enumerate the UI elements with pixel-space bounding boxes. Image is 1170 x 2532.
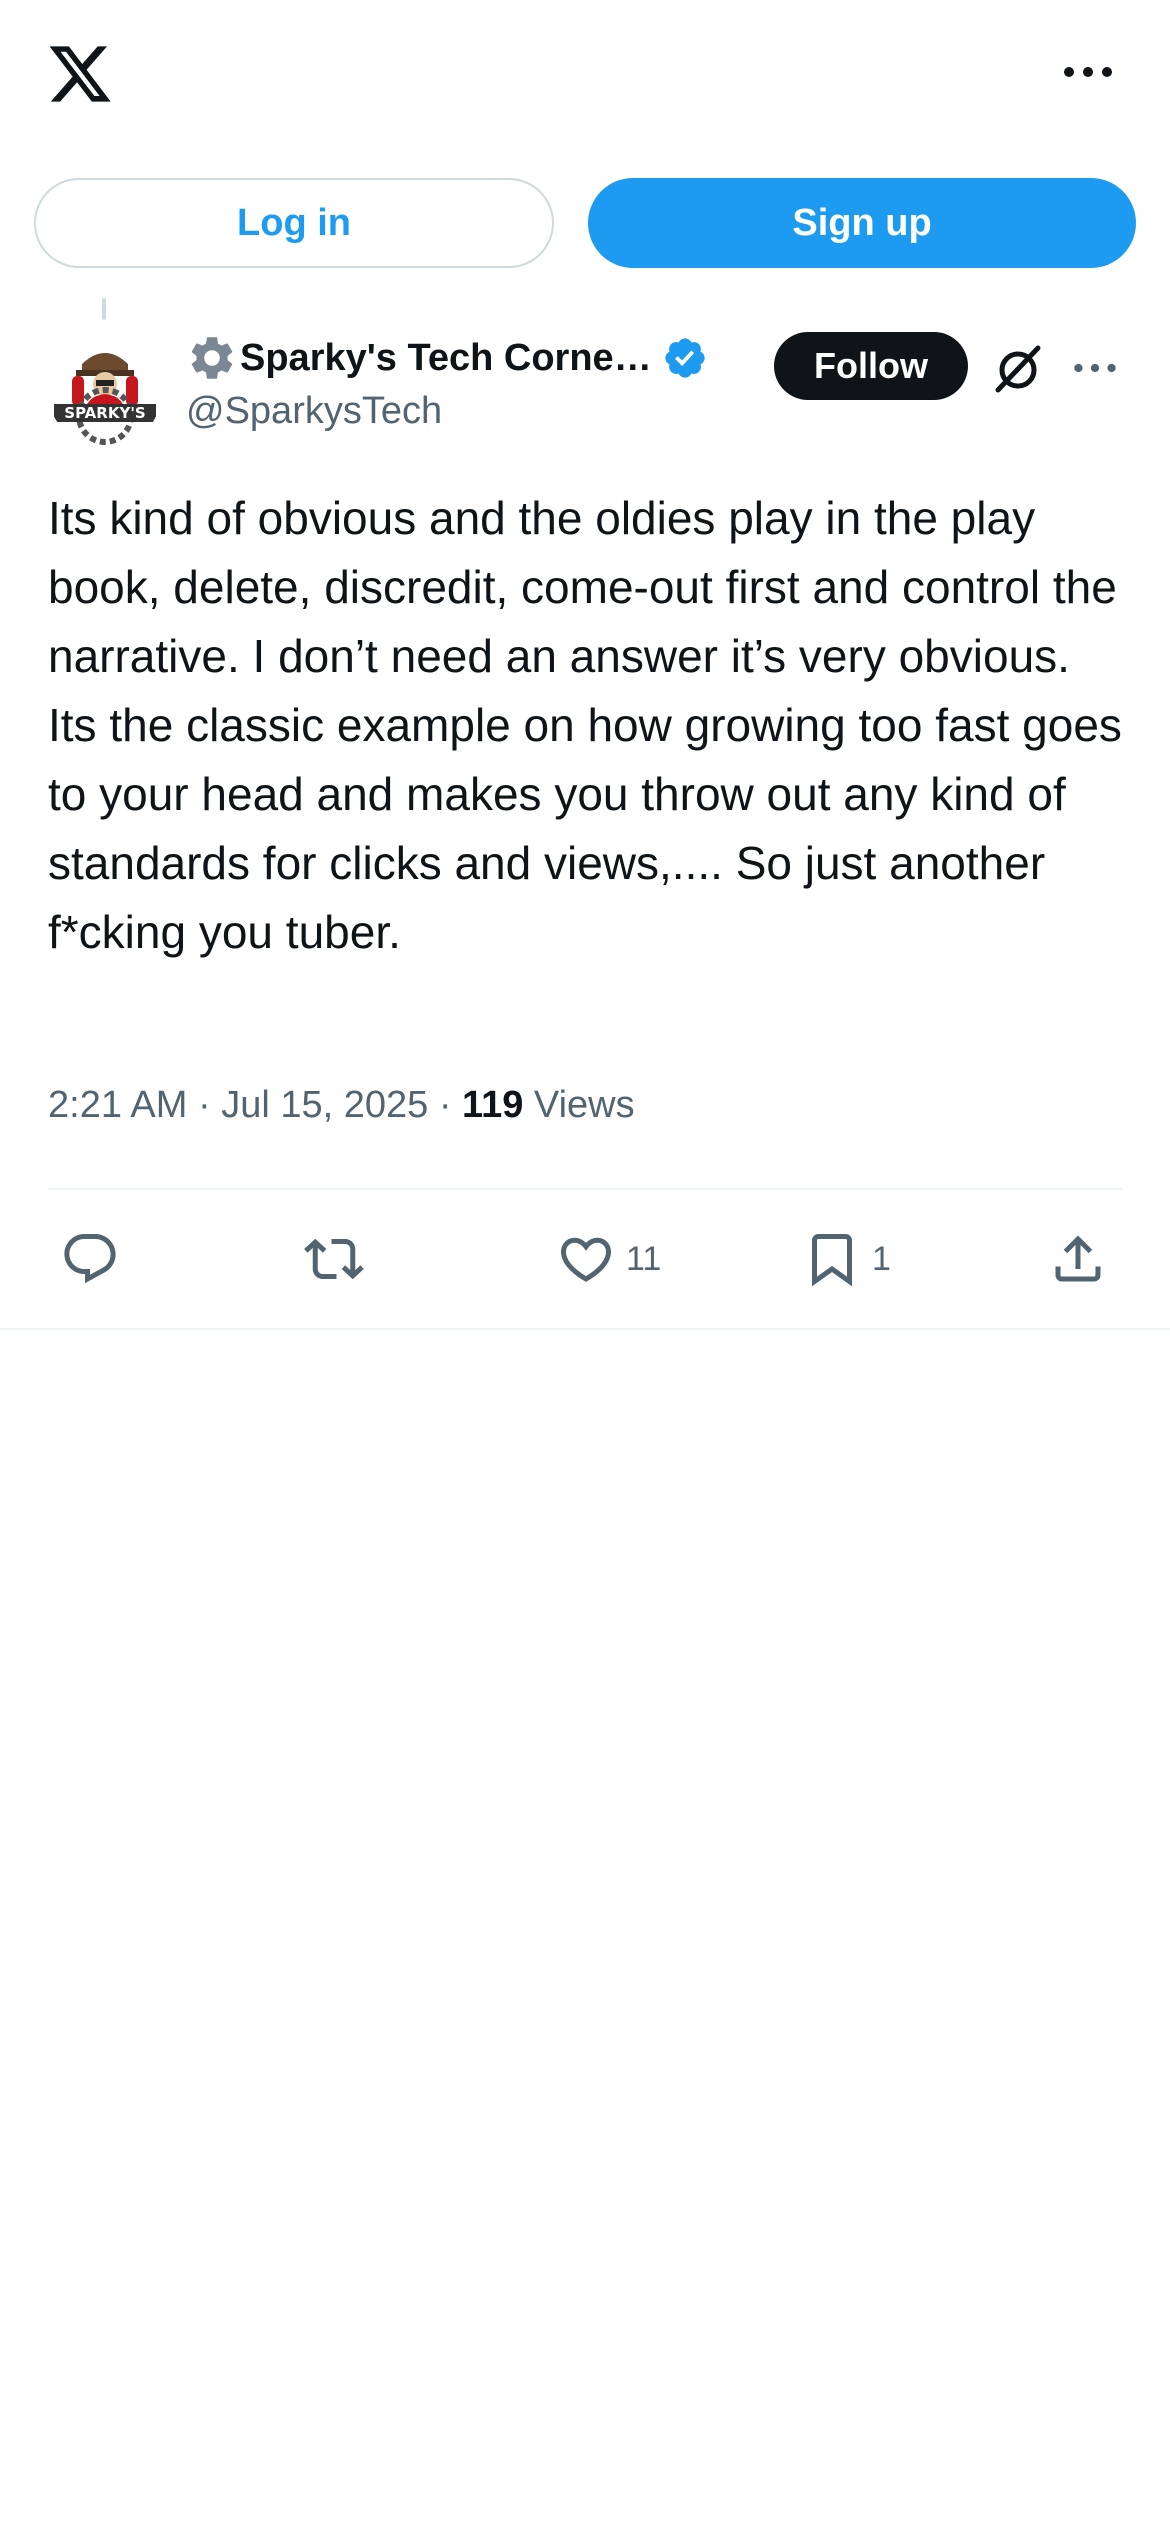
repost-button[interactable] <box>304 1224 374 1294</box>
views-count: 119 <box>462 1084 524 1126</box>
reply-icon <box>64 1234 116 1284</box>
gear-emoji-icon <box>191 337 233 379</box>
post-meta: 2:21 AM · Jul 15, 2025 · 119 Views <box>48 1084 635 1127</box>
thread-connector <box>102 298 106 320</box>
like-button[interactable]: 11 <box>556 1224 661 1294</box>
divider <box>48 1188 1122 1190</box>
more-horizontal-icon <box>1074 363 1116 373</box>
bookmark-count: 1 <box>872 1239 891 1278</box>
x-logo-icon[interactable] <box>46 40 114 108</box>
verified-badge-icon <box>665 338 705 378</box>
more-options-button[interactable] <box>1060 52 1116 92</box>
action-bar: 11 1 <box>0 1224 1170 1296</box>
bookmark-icon <box>812 1234 852 1287</box>
grok-icon[interactable] <box>990 340 1046 396</box>
follow-button[interactable]: Follow <box>774 332 968 400</box>
post-more-button[interactable] <box>1070 350 1120 386</box>
like-count: 11 <box>626 1239 662 1278</box>
share-button[interactable] <box>1048 1224 1108 1294</box>
post-text: Its kind of obvious and the oldies play … <box>48 492 1122 958</box>
share-icon <box>1055 1235 1101 1282</box>
post-time[interactable]: 2:21 AM <box>48 1084 187 1126</box>
auth-buttons: Log in Sign up <box>0 178 1170 270</box>
meta-separator: · <box>438 1084 452 1126</box>
login-button[interactable]: Log in <box>34 178 554 268</box>
post-date[interactable]: Jul 15, 2025 <box>221 1084 428 1126</box>
reply-button[interactable] <box>60 1224 130 1294</box>
avatar[interactable]: SPARKY'S <box>48 334 162 448</box>
more-horizontal-icon <box>1064 67 1112 77</box>
display-name[interactable]: Sparky's Tech Corne… <box>240 337 652 380</box>
avatar-text: SPARKY'S <box>64 404 145 422</box>
top-bar <box>0 0 1170 150</box>
author-handle[interactable]: @SparkysTech <box>186 390 776 433</box>
meta-separator: · <box>197 1084 211 1126</box>
heart-icon <box>560 1237 612 1282</box>
signup-button[interactable]: Sign up <box>588 178 1136 268</box>
bookmark-button[interactable]: 1 <box>802 1224 891 1294</box>
author-info: Sparky's Tech Corne… @SparkysTech <box>186 330 776 433</box>
repost-icon <box>304 1238 364 1280</box>
divider <box>0 1328 1170 1330</box>
views-label: Views <box>533 1084 635 1126</box>
